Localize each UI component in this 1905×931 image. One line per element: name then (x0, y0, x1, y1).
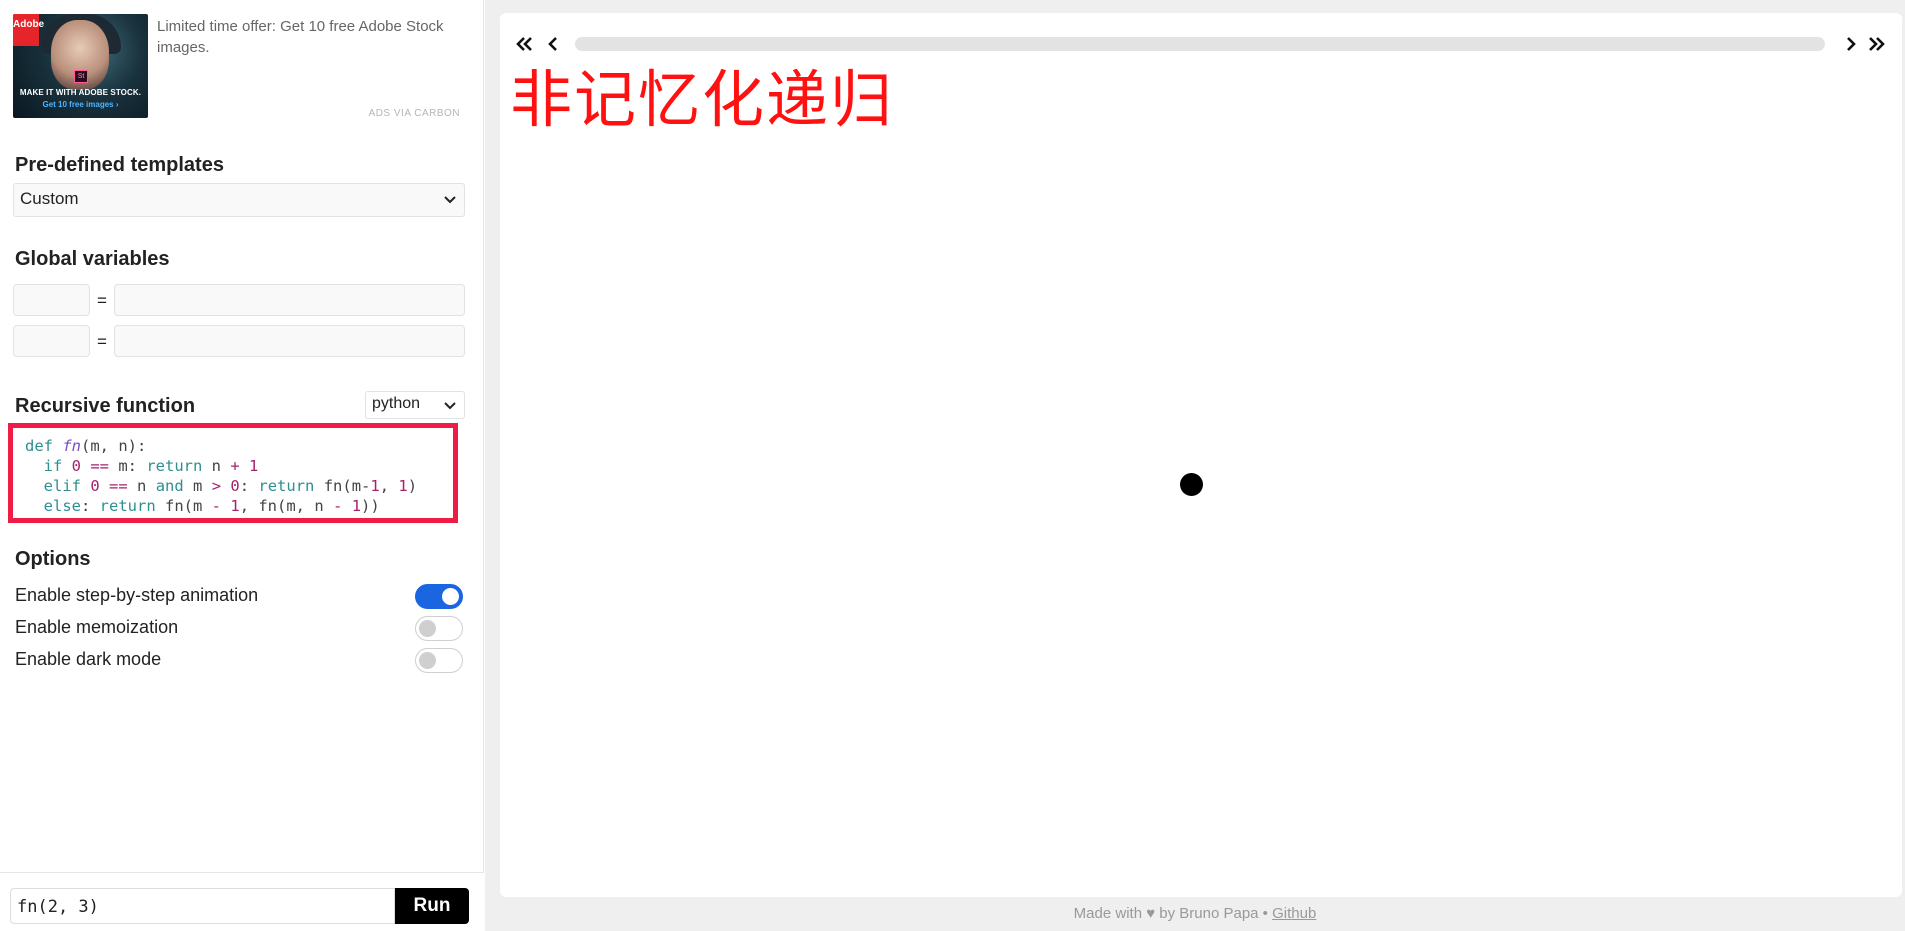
equals-sign-1: = (97, 291, 107, 310)
ad-image-line2: Get 10 free images › (42, 100, 119, 109)
options-title: Options (15, 548, 91, 570)
visualization-canvas[interactable]: 非记忆化递归 (500, 13, 1902, 897)
option-memoization-label: Enable memoization (15, 617, 179, 637)
option-dark-mode: Enable dark mode (15, 646, 463, 674)
run-bar: fn(2, 3) Run (0, 872, 484, 931)
sidebar: Adobe St MAKE IT WITH ADOBE STOCK. Get 1… (0, 0, 484, 931)
templates-title: Pre-defined templates (15, 154, 224, 176)
annotation-text: 非记忆化递归 (510, 63, 895, 136)
adobe-logo-icon: Adobe (13, 14, 44, 46)
global-var-name-2[interactable] (13, 325, 90, 357)
dark-mode-toggle[interactable] (415, 648, 463, 673)
tree-node[interactable] (1180, 473, 1203, 496)
footer: Made with ♥ by Bruno Papa • Github (485, 905, 1905, 922)
step-animation-toggle[interactable] (415, 584, 463, 609)
toggle-knob (419, 620, 436, 637)
run-button[interactable]: Run (395, 888, 469, 924)
globals-title: Global variables (15, 248, 170, 270)
code-line-3: elif 0 == n and m > 0: return fn(m-1, 1) (43, 477, 418, 495)
option-dark-mode-label: Enable dark mode (15, 649, 162, 669)
code-line-2: if 0 == m: return n + 1 (43, 457, 259, 475)
templates-select[interactable]: Custom (13, 183, 465, 217)
language-select[interactable]: python (365, 391, 465, 419)
toggle-knob (442, 588, 459, 605)
option-step-animation-label: Enable step-by-step animation (15, 585, 259, 605)
global-var-name-1[interactable] (13, 284, 90, 316)
footer-text: Made with ♥ by Bruno Papa • (1073, 905, 1268, 922)
global-var-value-2[interactable] (114, 325, 465, 357)
ad-via-label[interactable]: ADS VIA CARBON (369, 108, 460, 119)
recursive-title: Recursive function (15, 395, 196, 417)
code-line-4: else: return fn(m - 1, fn(m, n - 1)) (43, 497, 380, 515)
toggle-knob (419, 652, 436, 669)
main-area: 非记忆化递归 Made with ♥ by Bruno Papa • Githu… (485, 0, 1905, 931)
equals-sign-2: = (97, 332, 107, 351)
option-step-animation: Enable step-by-step animation (15, 582, 463, 610)
github-link[interactable]: Github (1272, 905, 1316, 922)
ad-image-line1: MAKE IT WITH ADOBE STOCK. (19, 88, 142, 97)
code-line-1: def fn(m, n): (25, 437, 147, 455)
memoization-toggle[interactable] (415, 616, 463, 641)
chevron-down-icon (444, 402, 456, 410)
double-chevron-right-icon[interactable] (1866, 33, 1888, 55)
language-selected-value: python (372, 395, 421, 412)
ad-image[interactable]: Adobe St MAKE IT WITH ADOBE STOCK. Get 1… (13, 14, 148, 118)
global-var-value-1[interactable] (114, 284, 465, 316)
option-memoization: Enable memoization (15, 614, 463, 642)
adobe-stock-badge-icon: St (74, 70, 88, 83)
chevron-down-icon (444, 196, 456, 204)
carbon-ad[interactable]: Adobe St MAKE IT WITH ADOBE STOCK. Get 1… (13, 14, 460, 120)
chevron-right-icon[interactable] (1840, 33, 1862, 55)
function-call-input[interactable]: fn(2, 3) (10, 888, 395, 924)
ad-text[interactable]: Limited time offer: Get 10 free Adobe St… (157, 16, 447, 58)
templates-selected-value: Custom (20, 189, 79, 208)
code-editor[interactable]: def fn(m, n): if 0 == m: return n + 1 el… (8, 423, 458, 523)
